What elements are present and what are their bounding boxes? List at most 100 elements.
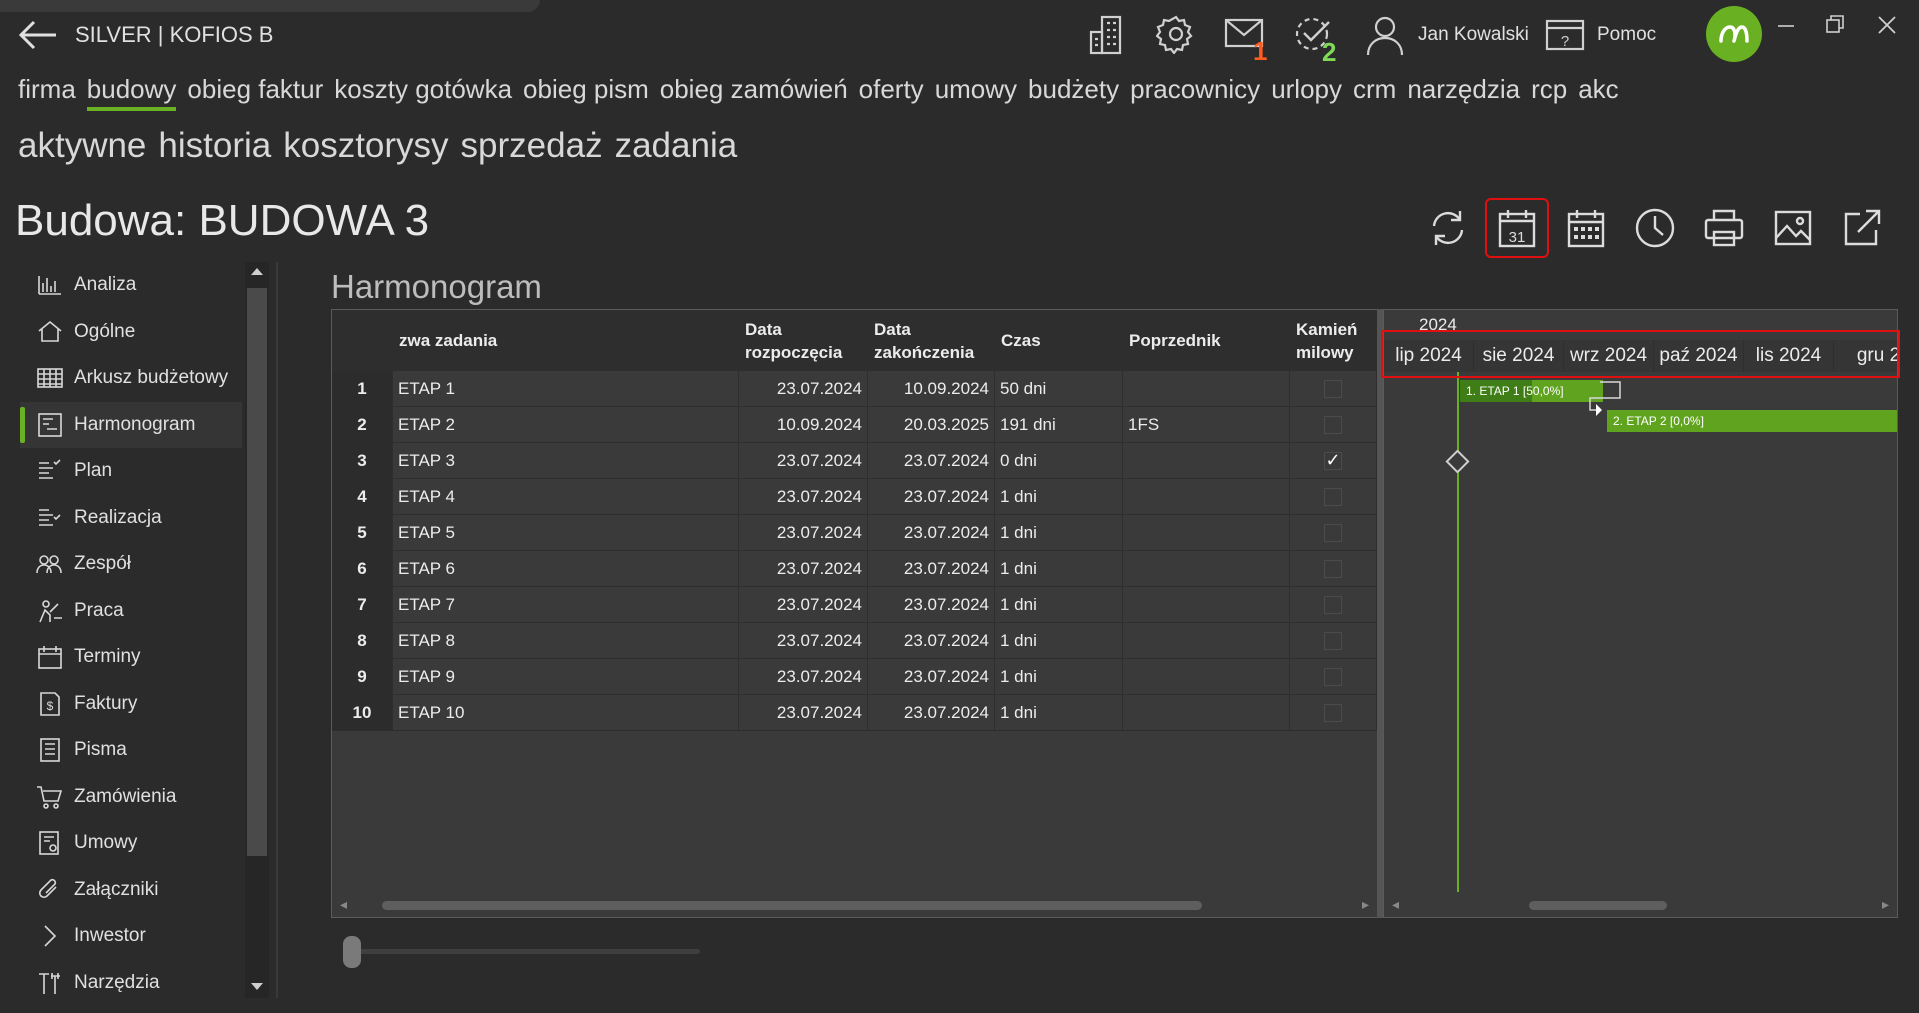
milestone-checkbox[interactable] <box>1324 703 1342 722</box>
module-tab-11[interactable]: crm <box>1353 74 1396 111</box>
header-end-date[interactable]: Data zakończenia <box>867 310 995 371</box>
cell-duration[interactable]: 1 dni <box>994 694 1123 731</box>
module-tab-14[interactable]: akce <box>1578 74 1618 111</box>
cell-duration[interactable]: 191 dni <box>994 406 1123 443</box>
sidebar-item-3[interactable]: Harmonogram <box>20 401 242 448</box>
module-tab-7[interactable]: umowy <box>935 74 1017 111</box>
cell-predecessor[interactable] <box>1122 658 1290 695</box>
module-tab-2[interactable]: obieg faktur <box>187 74 323 111</box>
subtab-1[interactable]: historia <box>158 126 271 166</box>
cell-task-name[interactable]: ETAP 4 <box>392 478 739 515</box>
cell-end-date[interactable]: 23.07.2024 <box>867 586 995 623</box>
cell-predecessor[interactable]: 1FS <box>1122 406 1290 443</box>
gantt-horizontal-scrollbar[interactable]: ◂ ▸ <box>1384 893 1897 917</box>
subtab-4[interactable]: zadania <box>615 126 738 166</box>
module-tab-1[interactable]: budowy <box>86 74 177 111</box>
cell-predecessor[interactable] <box>1122 514 1290 551</box>
cell-predecessor[interactable] <box>1122 622 1290 659</box>
subtab-3[interactable]: sprzedaż <box>461 126 603 166</box>
table-row[interactable]: 9 ETAP 9 23.07.2024 23.07.2024 1 dni <box>332 658 1377 695</box>
cell-end-date[interactable]: 23.07.2024 <box>867 550 995 587</box>
cell-end-date[interactable]: 23.07.2024 <box>867 694 995 731</box>
cell-start-date[interactable]: 23.07.2024 <box>738 658 868 695</box>
calendar-day-button[interactable]: 31 <box>1485 198 1549 258</box>
cell-task-name[interactable]: ETAP 3 <box>392 442 739 479</box>
cell-milestone[interactable] <box>1289 371 1377 407</box>
calendar-grid-button[interactable] <box>1556 200 1616 256</box>
header-predecessor[interactable]: Poprzednik <box>1122 310 1290 371</box>
sidebar-item-11[interactable]: Zamówienia <box>20 774 242 821</box>
header-task-name[interactable]: zwa zadania <box>392 310 739 371</box>
sidebar-item-9[interactable]: $ Faktury <box>20 681 242 728</box>
cell-start-date[interactable]: 23.07.2024 <box>738 694 868 731</box>
cell-predecessor[interactable] <box>1122 694 1290 731</box>
cell-end-date[interactable]: 20.03.2025 <box>867 406 995 443</box>
cell-duration[interactable]: 0 dni <box>994 442 1123 479</box>
cell-end-date[interactable]: 23.07.2024 <box>867 658 995 695</box>
cell-task-name[interactable]: ETAP 5 <box>392 514 739 551</box>
table-row[interactable]: 5 ETAP 5 23.07.2024 23.07.2024 1 dni <box>332 514 1377 551</box>
cell-start-date[interactable]: 23.07.2024 <box>738 622 868 659</box>
table-row[interactable]: 10 ETAP 10 23.07.2024 23.07.2024 1 dni <box>332 694 1377 731</box>
restore-button[interactable] <box>1824 14 1846 36</box>
zoom-slider-handle[interactable] <box>343 936 361 968</box>
cell-task-name[interactable]: ETAP 8 <box>392 622 739 659</box>
module-tab-4[interactable]: obieg pism <box>523 74 649 111</box>
header-duration[interactable]: Czas <box>994 310 1123 371</box>
milestone-checkbox[interactable] <box>1324 559 1342 578</box>
sidebar-item-5[interactable]: Realizacja <box>20 495 242 542</box>
sidebar-item-2[interactable]: Arkusz budżetowy <box>20 355 242 402</box>
sidebar-item-7[interactable]: Praca <box>20 588 242 635</box>
scroll-left-icon[interactable]: ◂ <box>340 896 347 913</box>
cell-end-date[interactable]: 10.09.2024 <box>867 371 995 407</box>
cell-milestone[interactable] <box>1289 514 1377 551</box>
refresh-button[interactable] <box>1418 200 1478 256</box>
cell-start-date[interactable]: 23.07.2024 <box>738 550 868 587</box>
open-external-button[interactable] <box>1832 200 1892 256</box>
milestone-checkbox[interactable] <box>1324 631 1342 650</box>
scroll-right-icon[interactable]: ▸ <box>1362 896 1369 913</box>
mail-button[interactable]: 1 <box>1224 16 1276 66</box>
module-tab-0[interactable]: firma <box>18 74 76 111</box>
cell-end-date[interactable]: 23.07.2024 <box>867 514 995 551</box>
cell-start-date[interactable]: 23.07.2024 <box>738 586 868 623</box>
module-tab-8[interactable]: budżety <box>1028 74 1119 111</box>
cell-duration[interactable]: 1 dni <box>994 586 1123 623</box>
tasks-button[interactable]: 2 <box>1294 16 1346 67</box>
cell-milestone[interactable] <box>1289 478 1377 515</box>
user-menu[interactable]: Jan Kowalski <box>1364 14 1529 56</box>
milestone-checkbox[interactable] <box>1324 595 1342 614</box>
table-row[interactable]: 6 ETAP 6 23.07.2024 23.07.2024 1 dni <box>332 550 1377 587</box>
cell-end-date[interactable]: 23.07.2024 <box>867 478 995 515</box>
cell-predecessor[interactable] <box>1122 371 1290 407</box>
subtab-0[interactable]: aktywne <box>18 126 146 166</box>
table-row[interactable]: 1 ETAP 1 23.07.2024 10.09.2024 50 dni <box>332 371 1377 407</box>
cell-predecessor[interactable] <box>1122 586 1290 623</box>
cell-duration[interactable]: 50 dni <box>994 371 1123 407</box>
cell-predecessor[interactable] <box>1122 550 1290 587</box>
cell-duration[interactable]: 1 dni <box>994 658 1123 695</box>
cell-end-date[interactable]: 23.07.2024 <box>867 442 995 479</box>
table-row[interactable]: 4 ETAP 4 23.07.2024 23.07.2024 1 dni <box>332 478 1377 515</box>
cell-task-name[interactable]: ETAP 6 <box>392 550 739 587</box>
minimize-button[interactable] <box>1776 14 1796 34</box>
module-tab-12[interactable]: narzędzia <box>1407 74 1520 111</box>
sidebar-item-4[interactable]: Plan <box>20 448 242 495</box>
settings-button[interactable] <box>1156 14 1196 54</box>
table-row[interactable]: 8 ETAP 8 23.07.2024 23.07.2024 1 dni <box>332 622 1377 659</box>
buildings-button[interactable] <box>1088 14 1128 56</box>
sidebar-item-10[interactable]: Pisma <box>20 727 242 774</box>
grid-scroll-thumb[interactable] <box>382 901 1202 910</box>
milestone-checkbox[interactable] <box>1324 523 1342 542</box>
cell-start-date[interactable]: 23.07.2024 <box>738 371 868 407</box>
print-button[interactable] <box>1694 200 1754 256</box>
export-image-button[interactable] <box>1763 200 1823 256</box>
cell-milestone[interactable] <box>1289 622 1377 659</box>
scroll-up-icon[interactable] <box>251 268 263 275</box>
table-row[interactable]: 3 ETAP 3 23.07.2024 23.07.2024 0 dni ✓ <box>332 442 1377 479</box>
cell-start-date[interactable]: 23.07.2024 <box>738 478 868 515</box>
help-button[interactable]: ? Pomoc <box>1545 18 1656 52</box>
cell-duration[interactable]: 1 dni <box>994 478 1123 515</box>
cell-milestone[interactable] <box>1289 694 1377 731</box>
milestone-checkbox[interactable] <box>1324 487 1342 506</box>
